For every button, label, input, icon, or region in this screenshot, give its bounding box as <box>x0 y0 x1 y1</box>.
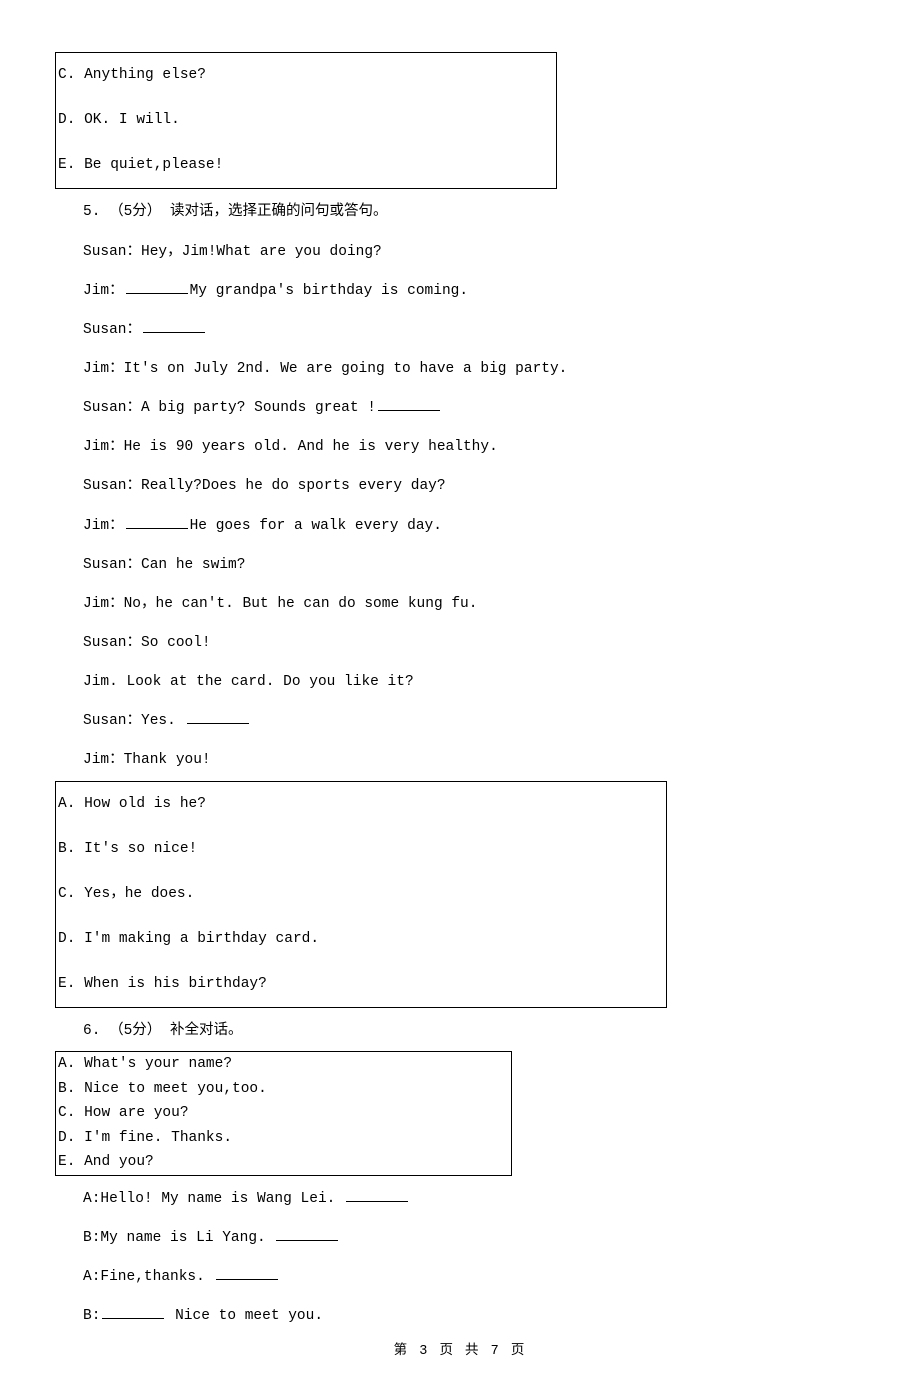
dialogue-line: A:Hello! My name is Wang Lei. <box>55 1180 865 1219</box>
dialogue-line: Susan：So cool! <box>55 624 865 663</box>
text-prefix: Jim： <box>83 518 124 534</box>
option-e: E. And you? <box>56 1150 511 1174</box>
dialogue-line: B: Nice to meet you. <box>55 1297 865 1336</box>
answer-box-2: A. How old is he? B. It's so nice! C. Ye… <box>55 781 667 1009</box>
dialogue-line: Susan：Can he swim? <box>55 546 865 585</box>
blank-input[interactable] <box>276 1227 338 1241</box>
text-prefix: A:Hello! My name is Wang Lei. <box>83 1191 344 1207</box>
question-6-header: 6. （5分） 补全对话。 <box>55 1012 865 1051</box>
blank-input[interactable] <box>102 1305 164 1319</box>
text-suffix: He goes for a walk every day. <box>190 518 442 534</box>
option-c: C. Yes，he does. <box>56 872 666 917</box>
text-prefix: A:Fine,thanks. <box>83 1269 214 1285</box>
dialogue-line: Jim： He goes for a walk every day. <box>55 507 865 546</box>
dialogue-line: Susan：Really?Does he do sports every day… <box>55 467 865 506</box>
blank-input[interactable] <box>143 319 205 333</box>
question-5-header: 5. （5分） 读对话，选择正确的问句或答句。 <box>55 193 865 232</box>
dialogue-line: Susan：Hey，Jim!What are you doing? <box>55 233 865 272</box>
text-prefix: B:My name is Li Yang. <box>83 1230 274 1246</box>
blank-input[interactable] <box>126 280 188 294</box>
text-prefix: Susan：A big party? Sounds great ! <box>83 400 376 416</box>
option-d: D. OK. I will. <box>56 98 556 143</box>
option-b: B. It's so nice! <box>56 827 666 872</box>
dialogue-line: B:My name is Li Yang. <box>55 1219 865 1258</box>
option-e: E. When is his birthday? <box>56 962 666 1007</box>
answer-box-3: A. What's your name? B. Nice to meet you… <box>55 1051 512 1175</box>
text-prefix: Jim： <box>83 283 124 299</box>
option-a: A. How old is he? <box>56 782 666 827</box>
blank-input[interactable] <box>216 1266 278 1280</box>
dialogue-line: Jim：He is 90 years old. And he is very h… <box>55 428 865 467</box>
option-a: A. What's your name? <box>56 1052 511 1076</box>
option-c: C. How are you? <box>56 1101 511 1125</box>
text-prefix: B: <box>83 1308 100 1324</box>
blank-input[interactable] <box>346 1188 408 1202</box>
text-suffix: Nice to meet you. <box>166 1308 323 1324</box>
dialogue-line: Jim： My grandpa's birthday is coming. <box>55 272 865 311</box>
blank-input[interactable] <box>126 515 188 529</box>
option-d: D. I'm fine. Thanks. <box>56 1126 511 1150</box>
page-footer: 第 3 页 共 7 页 <box>55 1336 865 1359</box>
text-prefix: Susan： <box>83 322 141 338</box>
option-d: D. I'm making a birthday card. <box>56 917 666 962</box>
dialogue-line: Susan： <box>55 311 865 350</box>
blank-input[interactable] <box>378 397 440 411</box>
option-c: C. Anything else? <box>56 53 556 98</box>
option-b: B. Nice to meet you,too. <box>56 1077 511 1101</box>
dialogue-line: Jim：It's on July 2nd. We are going to ha… <box>55 350 865 389</box>
blank-input[interactable] <box>187 710 249 724</box>
dialogue-line: Jim：No，he can't. But he can do some kung… <box>55 585 865 624</box>
dialogue-line: Susan：Yes. <box>55 702 865 741</box>
dialogue-line: A:Fine,thanks. <box>55 1258 865 1297</box>
dialogue-line: Susan：A big party? Sounds great ! <box>55 389 865 428</box>
document-page: C. Anything else? D. OK. I will. E. Be q… <box>0 0 920 1379</box>
text-suffix: My grandpa's birthday is coming. <box>190 283 468 299</box>
answer-box-1: C. Anything else? D. OK. I will. E. Be q… <box>55 52 557 189</box>
dialogue-line: Jim. Look at the card. Do you like it? <box>55 663 865 702</box>
option-e: E. Be quiet,please! <box>56 143 556 188</box>
text-prefix: Susan：Yes. <box>83 713 185 729</box>
dialogue-line: Jim：Thank you! <box>55 741 865 780</box>
